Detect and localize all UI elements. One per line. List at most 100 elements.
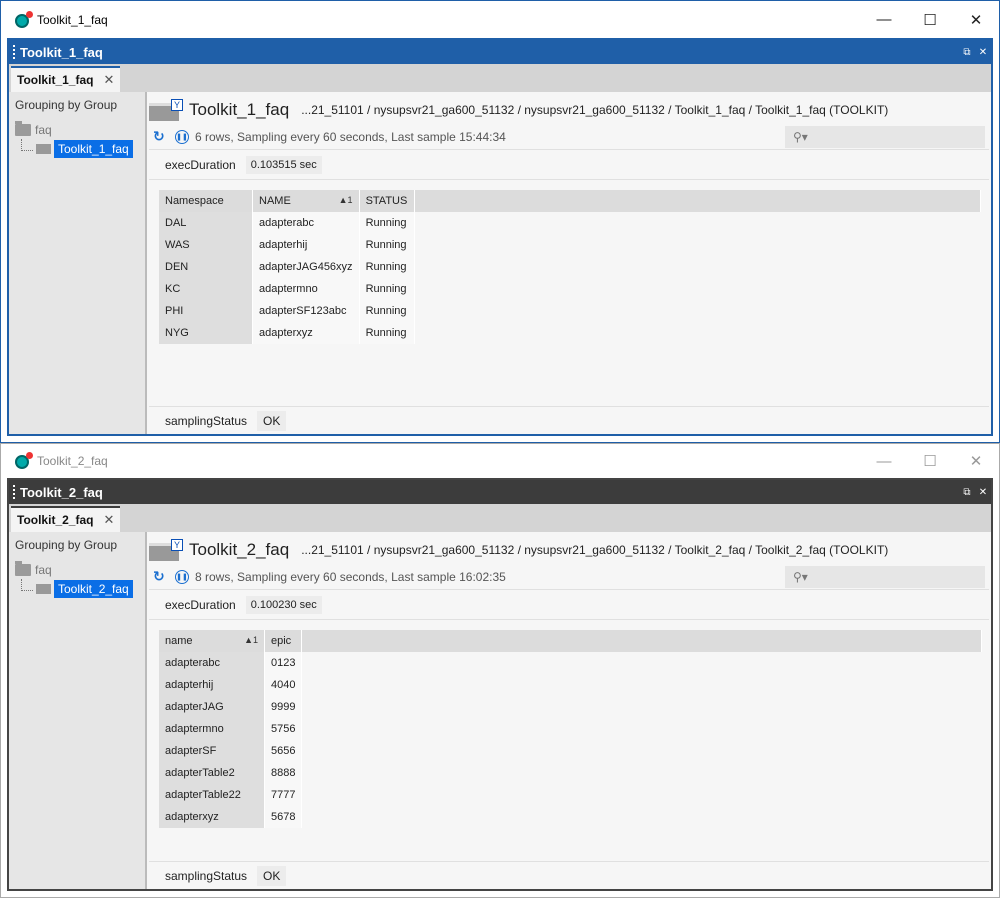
tab-label: Toolkit_1_faq — [17, 73, 94, 87]
minimize-button[interactable]: — — [861, 1, 907, 38]
maximize-button[interactable]: ☐ — [907, 443, 953, 480]
tree-connector — [21, 579, 33, 591]
table-row[interactable]: NYG adapterxyz Running — [159, 322, 981, 344]
exec-duration-label: execDuration — [165, 597, 236, 612]
tree-connector — [21, 139, 33, 151]
table-icon — [36, 144, 51, 154]
close-icon[interactable]: ✕ — [975, 487, 991, 498]
os-title-bar[interactable]: Toolkit_2_faq — ☐ ✕ — [1, 444, 999, 478]
filter-icon[interactable]: Y — [171, 99, 183, 111]
search-input[interactable]: ⚲▾ — [785, 565, 985, 588]
internal-frame: Toolkit_1_faq ⧉ ✕ Toolkit_1_faq ✕ Groupi… — [7, 38, 993, 436]
table-row[interactable]: adapterTable2 8888 — [159, 762, 982, 784]
close-button[interactable]: ✕ — [953, 1, 999, 38]
search-icon: ⚲▾ — [793, 129, 808, 144]
cell: adaptermno — [159, 718, 265, 740]
table-icon — [36, 584, 51, 594]
data-table: Namespace NAME ▲1 STATUS DAL adapterabc Run… — [159, 190, 981, 344]
close-button[interactable]: ✕ — [953, 443, 999, 480]
restore-icon[interactable]: ⧉ — [959, 487, 975, 498]
table-row[interactable]: WAS adapterhij Running — [159, 234, 981, 256]
table-row[interactable]: adapterxyz 5678 — [159, 806, 982, 828]
internal-frame-title: Toolkit_1_faq — [20, 44, 103, 60]
drag-grip-icon[interactable] — [13, 45, 16, 59]
cell: adapterhij — [253, 234, 360, 256]
internal-frame: Toolkit_2_faq ⧉ ✕ Toolkit_2_faq ✕ Groupi… — [7, 478, 993, 891]
tab-bar: Toolkit_1_faq ✕ — [9, 64, 991, 92]
tree-item-label: Toolkit_1_faq — [54, 140, 133, 158]
cell: 0123 — [265, 652, 303, 674]
table-row[interactable]: DEN adapterJAG456xyz Running — [159, 256, 981, 278]
exec-duration-row: execDuration 0.100230 sec — [149, 590, 989, 620]
tree-item-label: Toolkit_2_faq — [54, 580, 133, 598]
sampling-status-value: OK — [257, 410, 287, 431]
column-header[interactable]: STATUS — [359, 190, 415, 212]
table-row[interactable]: DAL adapterabc Running — [159, 212, 981, 234]
cell: adapterxyz — [159, 806, 265, 828]
main-panel: Y Toolkit_2_faq ...21_51101 / nysupsvr21… — [147, 532, 991, 889]
refresh-icon[interactable]: ↻ — [153, 128, 171, 145]
refresh-icon[interactable]: ↻ — [153, 568, 171, 585]
header-filler — [302, 630, 983, 652]
folder-icon — [15, 121, 31, 136]
table-row[interactable]: adapterTable22 7777 — [159, 784, 982, 806]
cell: adapterTable2 — [159, 762, 265, 784]
table-row[interactable]: adaptermno 5756 — [159, 718, 982, 740]
os-title-bar[interactable]: Toolkit_1_faq — ☐ ✕ — [1, 1, 999, 38]
cell: 7777 — [265, 784, 303, 806]
filter-icon[interactable]: Y — [171, 539, 183, 551]
table-row[interactable]: adapterhij 4040 — [159, 674, 982, 696]
table-row[interactable]: adapterJAG 9999 — [159, 696, 982, 718]
cell: 5756 — [265, 718, 303, 740]
tab-bar: Toolkit_2_faq ✕ — [9, 504, 991, 532]
cell: Running — [359, 278, 415, 300]
cell: adapterTable22 — [159, 784, 265, 806]
close-icon[interactable]: ✕ — [975, 47, 991, 58]
internal-frame-header[interactable]: Toolkit_1_faq ⧉ ✕ — [9, 40, 991, 64]
pause-icon[interactable]: ❚❚ — [175, 129, 189, 144]
tab-toolkit-2[interactable]: Toolkit_2_faq ✕ — [11, 506, 121, 532]
table-view-icon[interactable]: Y — [149, 539, 183, 561]
cell: Running — [359, 256, 415, 278]
table-view-icon[interactable]: Y — [149, 99, 183, 121]
drag-grip-icon[interactable] — [13, 485, 16, 499]
table-row[interactable]: adapterabc 0123 — [159, 652, 982, 674]
tab-close-icon[interactable]: ✕ — [103, 512, 114, 528]
column-header[interactable]: epic — [265, 630, 303, 652]
data-table: name ▲1 epic adapterabc 0123 adapterhij 404… — [159, 630, 983, 828]
cell: adapterabc — [159, 652, 265, 674]
table-row[interactable]: adapterSF 5656 — [159, 740, 982, 762]
tab-close-icon[interactable]: ✕ — [103, 72, 114, 88]
maximize-button[interactable]: ☐ — [907, 1, 953, 38]
group-tree: Grouping by Group faq Toolkit_1_faq — [9, 92, 147, 434]
tab-toolkit-1[interactable]: Toolkit_1_faq ✕ — [11, 66, 121, 92]
restore-icon[interactable]: ⧉ — [959, 47, 975, 58]
pause-icon[interactable]: ❚❚ — [175, 569, 189, 584]
cell: adapterJAG — [159, 696, 265, 718]
column-header[interactable]: Namespace — [159, 190, 253, 212]
cell: Running — [359, 322, 415, 344]
column-header[interactable]: name ▲1 — [159, 630, 265, 652]
window-toolkit-1: Toolkit_1_faq — ☐ ✕ Toolkit_1_faq ⧉ ✕ To… — [0, 0, 1000, 443]
main-panel: Y Toolkit_1_faq ...21_51101 / nysupsvr21… — [147, 92, 991, 434]
sampling-status-row: samplingStatus OK — [149, 861, 989, 889]
internal-frame-header[interactable]: Toolkit_2_faq ⧉ ✕ — [9, 480, 991, 504]
cell: 8888 — [265, 762, 303, 784]
cell: DEN — [159, 256, 253, 278]
minimize-button[interactable]: — — [861, 443, 907, 480]
tree-item-toolkit-2[interactable]: Toolkit_2_faq — [21, 579, 139, 599]
app-icon — [15, 452, 33, 469]
tree-header: Grouping by Group — [15, 538, 118, 552]
tree-folder-label: faq — [35, 123, 52, 137]
search-input[interactable]: ⚲▾ — [785, 125, 985, 148]
tree-item-toolkit-1[interactable]: Toolkit_1_faq — [21, 139, 139, 159]
page-title: Toolkit_1_faq — [189, 100, 290, 119]
cell: 5656 — [265, 740, 303, 762]
column-header[interactable]: NAME ▲1 — [253, 190, 360, 212]
group-tree: Grouping by Group faq Toolkit_2_faq — [9, 532, 147, 889]
tree-folder-faq[interactable]: faq — [15, 561, 139, 579]
table-row[interactable]: KC adaptermno Running — [159, 278, 981, 300]
tree-folder-faq[interactable]: faq — [15, 121, 139, 139]
table-row[interactable]: PHI adapterSF123abc Running — [159, 300, 981, 322]
page-title: Toolkit_2_faq — [189, 540, 290, 559]
